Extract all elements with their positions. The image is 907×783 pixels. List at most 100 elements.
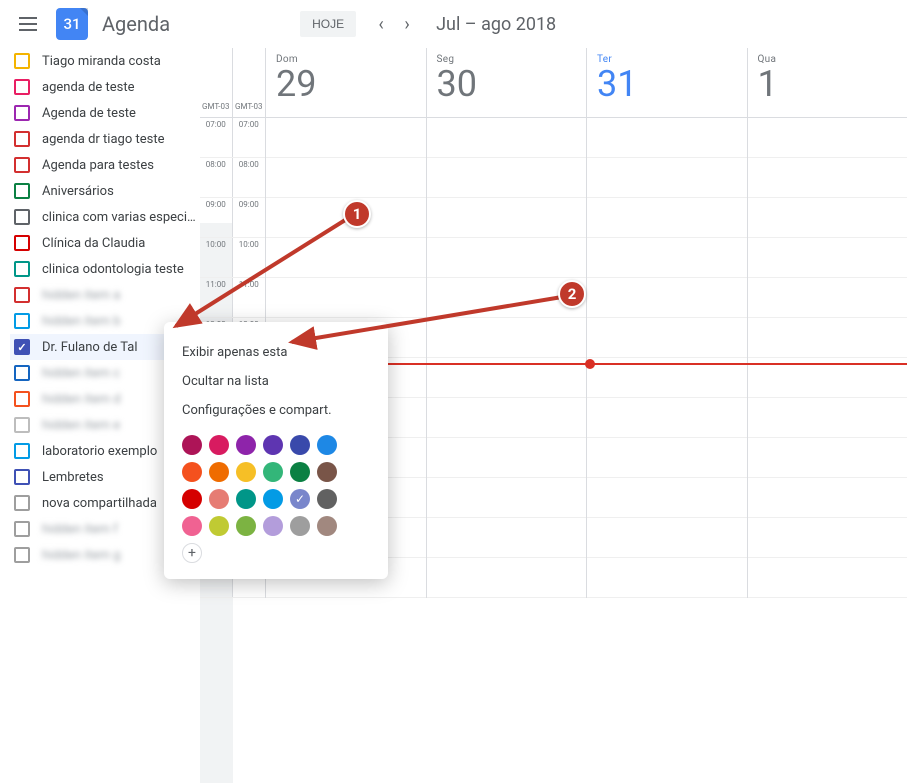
time-slot[interactable] bbox=[587, 278, 747, 318]
time-slot[interactable] bbox=[587, 318, 747, 358]
color-swatch[interactable] bbox=[263, 435, 283, 455]
day-header-cell[interactable]: Ter31 bbox=[587, 48, 748, 117]
calendar-checkbox[interactable] bbox=[14, 209, 30, 225]
color-swatch[interactable] bbox=[317, 516, 337, 536]
calendar-list-item[interactable]: hidden item a bbox=[10, 282, 200, 308]
time-slot[interactable] bbox=[748, 198, 907, 238]
color-swatch[interactable] bbox=[182, 462, 202, 482]
calendar-list-item[interactable]: clinica com varias especia... bbox=[10, 204, 200, 230]
color-swatch[interactable] bbox=[290, 516, 310, 536]
time-slot[interactable] bbox=[587, 198, 747, 238]
color-swatch[interactable] bbox=[263, 489, 283, 509]
color-swatch[interactable] bbox=[209, 435, 229, 455]
time-slot[interactable] bbox=[587, 558, 747, 598]
time-slot[interactable] bbox=[587, 518, 747, 558]
color-swatch[interactable] bbox=[182, 435, 202, 455]
show-only-this-option[interactable]: Exibir apenas esta bbox=[164, 338, 388, 367]
time-slot[interactable] bbox=[427, 198, 587, 238]
time-slot[interactable] bbox=[427, 558, 587, 598]
day-header-cell[interactable]: Seg30 bbox=[427, 48, 588, 117]
color-swatch[interactable] bbox=[290, 462, 310, 482]
color-swatch[interactable] bbox=[236, 516, 256, 536]
calendar-checkbox[interactable] bbox=[14, 521, 30, 537]
calendar-list-item[interactable]: clinica odontologia teste bbox=[10, 256, 200, 282]
time-slot[interactable] bbox=[587, 158, 747, 198]
time-slot[interactable] bbox=[748, 398, 907, 438]
time-slot[interactable] bbox=[748, 278, 907, 318]
time-slot[interactable] bbox=[427, 278, 587, 318]
time-slot[interactable] bbox=[587, 478, 747, 518]
time-slot[interactable] bbox=[427, 158, 587, 198]
time-slot[interactable] bbox=[587, 438, 747, 478]
time-slot[interactable] bbox=[748, 238, 907, 278]
color-swatch[interactable] bbox=[236, 435, 256, 455]
calendar-checkbox[interactable] bbox=[14, 79, 30, 95]
calendar-checkbox[interactable] bbox=[14, 235, 30, 251]
calendar-checkbox[interactable] bbox=[14, 339, 30, 355]
color-swatch[interactable] bbox=[317, 462, 337, 482]
add-custom-color-button[interactable]: + bbox=[182, 543, 202, 563]
color-swatch[interactable] bbox=[209, 462, 229, 482]
time-slot[interactable] bbox=[587, 238, 747, 278]
day-column[interactable] bbox=[427, 118, 588, 598]
color-swatch[interactable] bbox=[290, 489, 310, 509]
time-slot[interactable] bbox=[266, 238, 426, 278]
time-slot[interactable] bbox=[427, 398, 587, 438]
time-slot[interactable] bbox=[748, 438, 907, 478]
calendar-list-item[interactable]: Tiago miranda costa bbox=[10, 48, 200, 74]
day-header-cell[interactable]: Dom29 bbox=[266, 48, 427, 117]
today-button[interactable]: HOJE bbox=[300, 11, 356, 37]
time-slot[interactable] bbox=[748, 558, 907, 598]
time-slot[interactable] bbox=[427, 518, 587, 558]
hamburger-menu-button[interactable] bbox=[8, 4, 48, 44]
hide-from-list-option[interactable]: Ocultar na lista bbox=[164, 367, 388, 396]
calendar-checkbox[interactable] bbox=[14, 183, 30, 199]
calendar-checkbox[interactable] bbox=[14, 261, 30, 277]
next-button[interactable]: › bbox=[394, 11, 420, 37]
calendar-list-item[interactable]: agenda dr tiago teste bbox=[10, 126, 200, 152]
time-slot[interactable] bbox=[266, 118, 426, 158]
calendar-checkbox[interactable] bbox=[14, 469, 30, 485]
time-slot[interactable] bbox=[748, 118, 907, 158]
color-swatch[interactable] bbox=[182, 516, 202, 536]
calendar-list-item[interactable]: Agenda para testes bbox=[10, 152, 200, 178]
time-slot[interactable] bbox=[427, 478, 587, 518]
color-swatch[interactable] bbox=[182, 489, 202, 509]
time-slot[interactable] bbox=[427, 238, 587, 278]
calendar-list-item[interactable]: Aniversários bbox=[10, 178, 200, 204]
day-column[interactable] bbox=[748, 118, 907, 598]
calendar-checkbox[interactable] bbox=[14, 287, 30, 303]
calendar-checkbox[interactable] bbox=[14, 391, 30, 407]
time-slot[interactable] bbox=[748, 318, 907, 358]
color-swatch[interactable] bbox=[317, 489, 337, 509]
time-slot[interactable] bbox=[266, 198, 426, 238]
time-slot[interactable] bbox=[748, 478, 907, 518]
calendar-checkbox[interactable] bbox=[14, 157, 30, 173]
time-slot[interactable] bbox=[427, 318, 587, 358]
color-swatch[interactable] bbox=[236, 462, 256, 482]
color-swatch[interactable] bbox=[290, 435, 310, 455]
calendar-checkbox[interactable] bbox=[14, 443, 30, 459]
color-swatch[interactable] bbox=[209, 489, 229, 509]
color-swatch[interactable] bbox=[317, 435, 337, 455]
calendar-checkbox[interactable] bbox=[14, 131, 30, 147]
time-slot[interactable] bbox=[587, 398, 747, 438]
calendar-checkbox[interactable] bbox=[14, 313, 30, 329]
time-slot[interactable] bbox=[266, 158, 426, 198]
time-slot[interactable] bbox=[748, 518, 907, 558]
calendar-checkbox[interactable] bbox=[14, 105, 30, 121]
day-header-cell[interactable]: Qua1 bbox=[748, 48, 907, 117]
calendar-checkbox[interactable] bbox=[14, 365, 30, 381]
color-swatch[interactable] bbox=[209, 516, 229, 536]
day-column[interactable] bbox=[587, 118, 748, 598]
calendar-checkbox[interactable] bbox=[14, 417, 30, 433]
color-swatch[interactable] bbox=[236, 489, 256, 509]
calendar-list-item[interactable]: agenda de teste bbox=[10, 74, 200, 100]
color-swatch[interactable] bbox=[263, 462, 283, 482]
time-slot[interactable] bbox=[427, 118, 587, 158]
prev-button[interactable]: ‹ bbox=[368, 11, 394, 37]
calendar-checkbox[interactable] bbox=[14, 547, 30, 563]
time-slot[interactable] bbox=[748, 158, 907, 198]
time-slot[interactable] bbox=[427, 438, 587, 478]
time-slot[interactable] bbox=[266, 278, 426, 318]
